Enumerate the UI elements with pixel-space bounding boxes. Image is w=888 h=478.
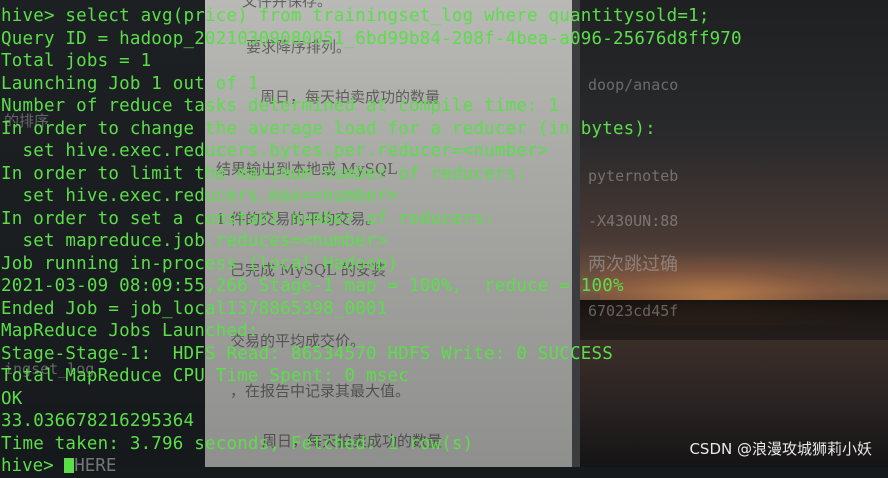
- query-result-value: 33.036678216295364: [1, 411, 195, 431]
- terminal-line: set mapreduce.job.reduces=<number>: [1, 231, 388, 251]
- terminal-line: In order to limit the maximum number of …: [1, 163, 528, 184]
- terminal-line: 2021-03-09 08:09:55,266 Stage-1 map = 10…: [1, 276, 624, 296]
- terminal-line: set hive.exec.reducers.bytes.per.reducer…: [1, 141, 549, 161]
- terminal-cursor: [64, 458, 75, 473]
- terminal-line-command: hive> select avg(price) from trainingset…: [1, 6, 710, 26]
- terminal-line: Number of reduce tasks determined at com…: [1, 96, 560, 116]
- terminal-line: set hive.exec.reducers.max=<number>: [1, 186, 399, 206]
- terminal-line-ok: OK: [1, 388, 23, 409]
- terminal-line: MapReduce Jobs Launched:: [1, 321, 259, 341]
- terminal-line: Stage-Stage-1: HDFS Read: 86534570 HDFS …: [1, 343, 613, 364]
- terminal-line: Query ID = hadoop_20210309080951_6bd99b8…: [1, 28, 742, 49]
- terminal-line: In order to set a constant number of red…: [1, 208, 495, 229]
- terminal-line: Job running in-process (local Hadoop): [1, 253, 399, 274]
- terminal-line: In order to change the average load for …: [1, 118, 656, 139]
- terminal-line: Total jobs = 1: [1, 51, 152, 71]
- terminal-line: Ended Job = job_local1378865398_0001: [1, 298, 388, 319]
- hive-prompt: hive>: [1, 456, 65, 476]
- terminal-line: Total MapReduce CPU Time Spent: 0 msec: [1, 366, 409, 386]
- ghost-text-after-cursor: HERE: [74, 456, 117, 476]
- terminal-line: Launching Job 1 out of 1: [1, 73, 259, 94]
- csdn-watermark: CSDN @浪漫攻城狮莉小妖: [689, 440, 872, 458]
- terminal-output: hive> select avg(price) from trainingset…: [1, 5, 881, 478]
